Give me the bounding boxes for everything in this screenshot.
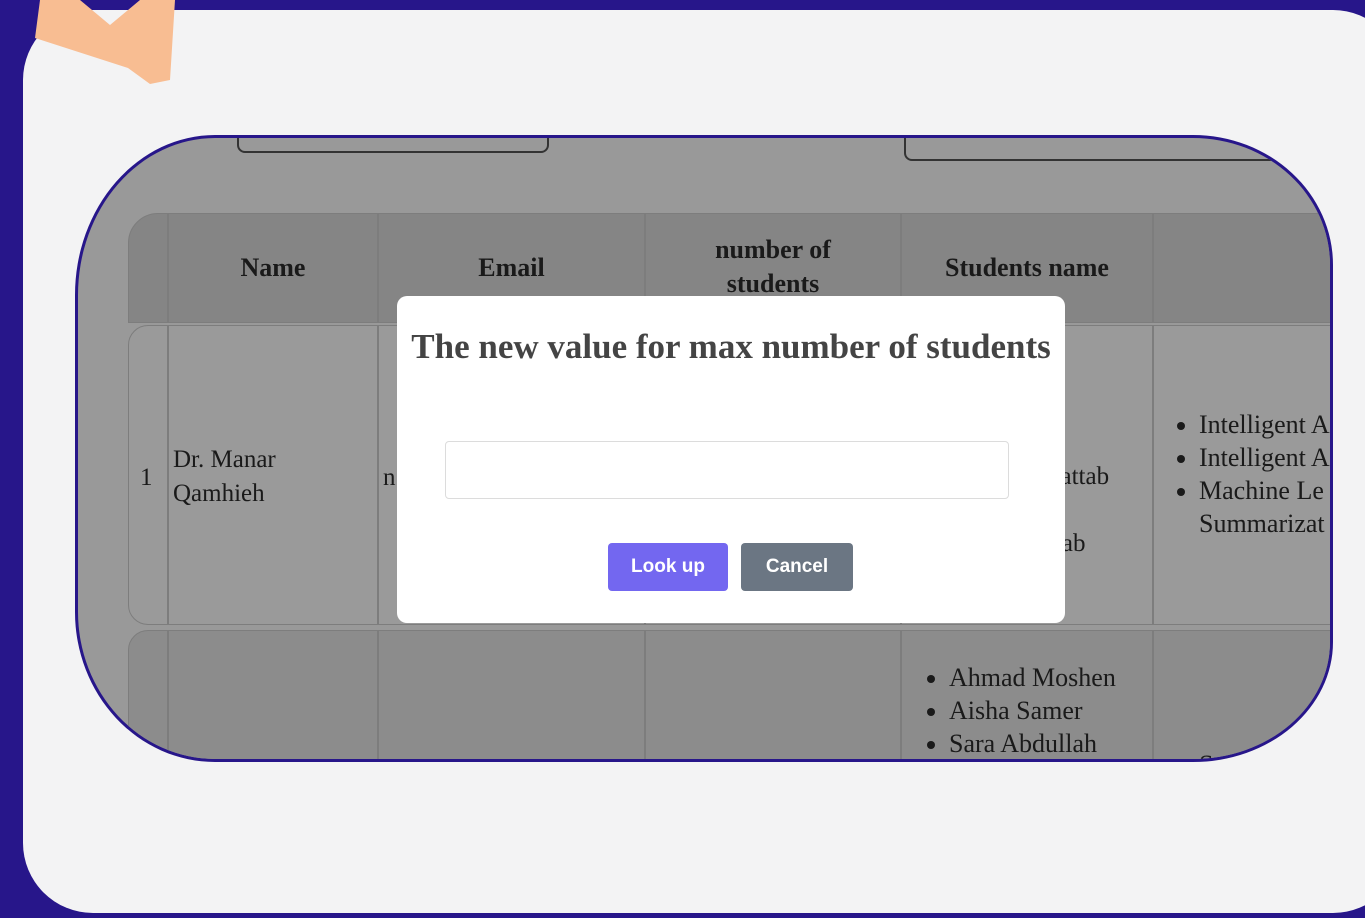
row2-name-cell <box>168 630 378 759</box>
project-item: Intelligent A <box>1199 441 1330 474</box>
student-item: Aisha Samer <box>949 694 1199 727</box>
row2-index-cell <box>128 630 168 759</box>
max-students-input[interactable] <box>445 441 1009 499</box>
look-up-button[interactable]: Look up <box>608 543 728 591</box>
supervisor-name: Dr. Manar Qamhieh <box>173 446 276 507</box>
header-projects-cell <box>1153 213 1330 323</box>
arrow-decoration-icon <box>35 0 175 84</box>
header-name: Name <box>240 253 306 282</box>
header-index-cell <box>128 213 168 323</box>
project-list: Intelligent A Intelligent A Machine Le S… <box>1153 408 1330 540</box>
project-item: Intelligent A <box>1199 408 1330 441</box>
dialog-title: The new value for max number of students <box>411 327 1051 366</box>
email-fragment: n <box>383 464 396 491</box>
max-students-field[interactable]: Max # of Student for each <box>904 138 1324 161</box>
row2-email-cell <box>378 630 645 759</box>
student-item: Ahmad Moshen <box>949 661 1199 694</box>
top-input-box[interactable] <box>237 138 549 153</box>
edit-max-students-dialog: The new value for max number of students… <box>397 296 1065 623</box>
screenshot-frame: Max # of Student for each Name Email num… <box>75 135 1333 762</box>
project-item: Machine Le Summarizat <box>1199 474 1330 540</box>
header-number-of-students: number of students <box>715 235 831 298</box>
header-students-name: Students name <box>945 253 1109 282</box>
cancel-button[interactable]: Cancel <box>741 543 853 591</box>
row-index: 1 <box>140 464 153 491</box>
row2-count-cell <box>645 630 901 759</box>
students-list: Ahmad Moshen Aisha Samer Sara Abdullah <box>903 661 1199 759</box>
header-email: Email <box>478 253 545 282</box>
